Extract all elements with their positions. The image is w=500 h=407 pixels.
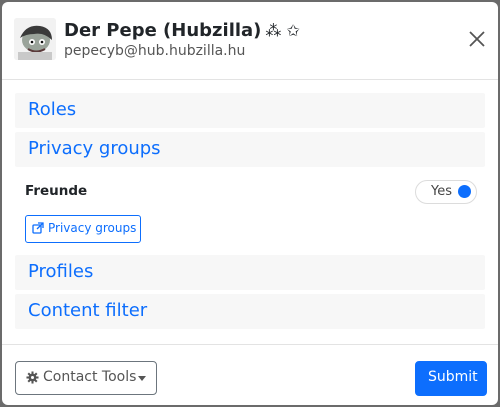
modal-footer: Contact Tools Submit <box>2 344 498 405</box>
modal-header: Der Pepe (Hubzilla) ⁂ ✩ pepecyb@hub.hubzi… <box>2 2 498 80</box>
toggle-value: Yes <box>431 184 452 199</box>
contact-edit-modal: Der Pepe (Hubzilla) ⁂ ✩ pepecyb@hub.hubzi… <box>2 2 498 405</box>
manage-privacy-groups-label: Privacy groups <box>48 221 137 235</box>
close-button[interactable] <box>464 26 490 52</box>
contact-tools-label: Contact Tools <box>43 369 137 385</box>
contact-name: Der Pepe (Hubzilla) ⁂ ✩ <box>64 20 300 41</box>
section-roles[interactable]: Roles <box>15 93 485 128</box>
section-privacy-groups[interactable]: Privacy groups <box>15 132 485 167</box>
section-roles-label: Roles <box>28 99 77 120</box>
section-content-filter[interactable]: Content filter <box>15 294 485 329</box>
contact-address: pepecyb@hub.hubzilla.hu <box>64 43 246 59</box>
submit-label: Submit <box>428 369 478 385</box>
section-profiles-label: Profiles <box>28 261 94 282</box>
section-privacy-groups-label: Privacy groups <box>28 138 161 159</box>
submit-button[interactable]: Submit <box>415 361 487 396</box>
section-content-filter-label: Content filter <box>28 300 148 321</box>
contact-name-text: Der Pepe (Hubzilla) <box>64 20 262 41</box>
contact-name-marks: ⁂ ✩ <box>265 21 300 40</box>
section-profiles[interactable]: Profiles <box>15 255 485 290</box>
avatar-image <box>14 18 56 60</box>
contact-tools-dropdown[interactable]: Contact Tools <box>15 361 157 395</box>
external-link-icon <box>32 222 44 234</box>
privacy-group-name: Freunde <box>25 183 88 199</box>
avatar <box>14 18 56 60</box>
caret-down-icon <box>138 376 146 381</box>
close-icon <box>469 31 485 47</box>
gear-icon <box>26 371 39 384</box>
toggle-knob <box>458 185 471 198</box>
privacy-group-toggle[interactable]: Yes <box>415 180 477 204</box>
manage-privacy-groups-button[interactable]: Privacy groups <box>25 215 141 243</box>
